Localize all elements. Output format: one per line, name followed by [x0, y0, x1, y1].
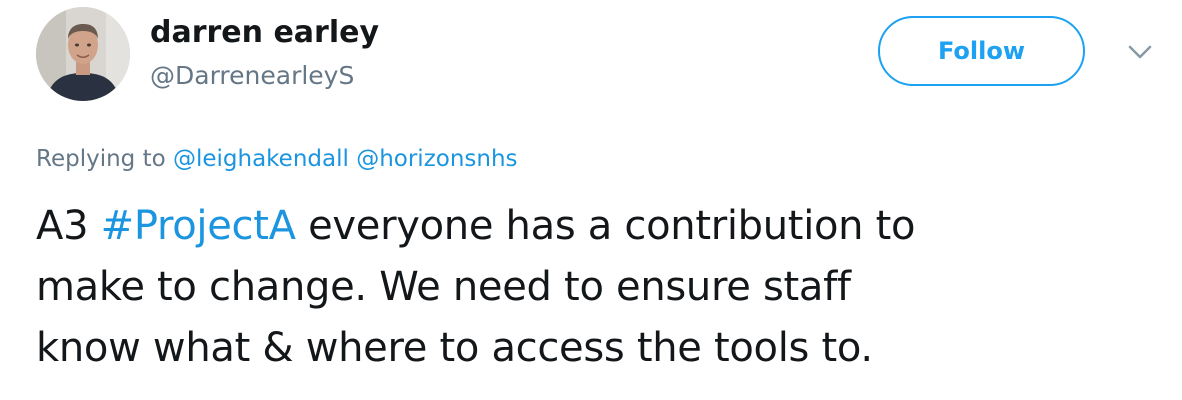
- display-name[interactable]: darren earley: [150, 14, 379, 52]
- chevron-down-icon[interactable]: [1125, 42, 1155, 62]
- tweet-line: know what & where to access the tools to…: [36, 325, 873, 371]
- mention-link[interactable]: @horizonsnhs: [356, 146, 517, 172]
- tweet-text-segment: A3: [36, 203, 101, 249]
- tweet-line: A3 #ProjectA everyone has a contribution…: [36, 196, 1146, 257]
- follow-button[interactable]: Follow: [878, 16, 1085, 86]
- replying-to-label: Replying to: [36, 146, 166, 172]
- hashtag-link[interactable]: #ProjectA: [101, 203, 296, 249]
- tweet-text-segment: everyone has a contribution to: [295, 203, 916, 249]
- mention-link[interactable]: @leighakendall: [173, 146, 349, 172]
- replying-to: Replying to @leighakendall @horizonsnhs: [36, 143, 518, 175]
- avatar[interactable]: [36, 7, 130, 101]
- user-handle[interactable]: @DarrenearleyS: [150, 60, 354, 92]
- avatar-photo: [36, 7, 130, 101]
- tweet-line: make to change. We need to ensure staff: [36, 264, 851, 310]
- tweet-text: A3 #ProjectA everyone has a contribution…: [36, 196, 1146, 379]
